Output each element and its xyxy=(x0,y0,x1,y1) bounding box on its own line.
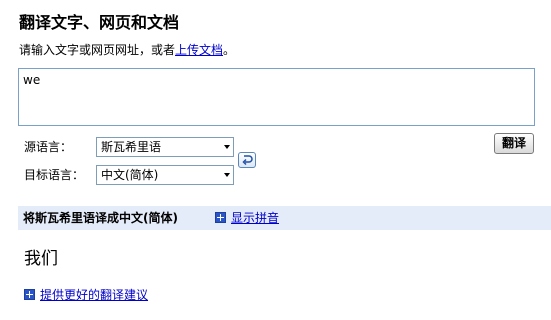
instruction-text: 请输入文字或网页网址，或者 xyxy=(19,43,176,57)
page-title: 翻译文字、网页和文档 xyxy=(19,13,180,32)
translate-button[interactable]: 翻译 xyxy=(494,133,534,154)
result-header-bar: 将斯瓦希里语译成中文(简体) 显示拼音 xyxy=(18,206,551,230)
target-language-value: 中文(简体) xyxy=(101,168,159,182)
translation-output: 我们 xyxy=(24,249,58,269)
source-language-value: 斯瓦希里语 xyxy=(101,140,162,154)
chevron-down-icon xyxy=(224,145,230,149)
show-pinyin-link[interactable]: 显示拼音 xyxy=(231,210,279,226)
suggest-better-translation-link[interactable]: 提供更好的翻译建议 xyxy=(40,287,148,303)
source-text-input[interactable]: we xyxy=(18,68,535,126)
plus-icon[interactable] xyxy=(24,289,35,300)
target-language-label: 目标语言： xyxy=(24,168,85,182)
suggest-better-translation: 提供更好的翻译建议 xyxy=(24,287,224,303)
instruction-line: 请输入文字或网页网址，或者上传文档。 xyxy=(19,42,235,58)
plus-icon[interactable] xyxy=(215,212,226,223)
upload-document-link[interactable]: 上传文档 xyxy=(175,43,223,57)
chevron-down-icon xyxy=(224,173,230,177)
swap-languages-icon xyxy=(242,155,253,166)
result-direction-title: 将斯瓦希里语译成中文(简体) xyxy=(23,211,178,225)
source-language-select[interactable]: 斯瓦希里语 xyxy=(96,137,234,157)
swap-languages-button[interactable] xyxy=(238,152,256,168)
source-language-label: 源语言： xyxy=(24,140,73,154)
instruction-end: 。 xyxy=(223,43,236,57)
target-language-select[interactable]: 中文(简体) xyxy=(96,165,234,185)
